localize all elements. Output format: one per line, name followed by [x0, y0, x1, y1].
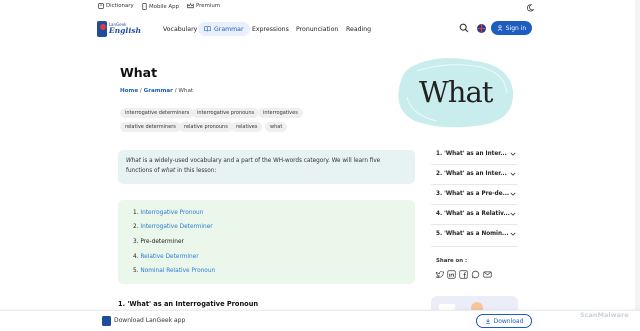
- list-item: 4. Relative Determiner: [133, 254, 199, 260]
- breadcrumb-current: What: [178, 88, 194, 94]
- nav-item-vocabulary[interactable]: Vocabulary: [163, 22, 197, 36]
- language-flag-icon[interactable]: [477, 24, 486, 33]
- tag-relatives[interactable]: relatives: [231, 122, 263, 132]
- facebook-icon[interactable]: [459, 270, 468, 279]
- toc-divider: [431, 204, 518, 205]
- toc-item[interactable]: 3. 'What' as a Pre-de...: [436, 191, 516, 197]
- download-app-label: Download LanGeek app: [114, 317, 186, 324]
- hero-illustration: What: [397, 57, 515, 129]
- list-item: 1. Interrogative Pronoun: [133, 210, 204, 216]
- dark-mode-moon-icon[interactable]: [526, 4, 534, 12]
- lesson-link-relative-determiner[interactable]: Relative Determiner: [140, 254, 198, 260]
- tag-relative-determiners[interactable]: relative determiners: [120, 122, 181, 132]
- toc-item[interactable]: 4. 'What' as a Relativ...: [436, 211, 516, 217]
- tag-interrogatives[interactable]: interrogatives: [258, 108, 303, 118]
- intro-text-2: in this lesson:: [175, 167, 217, 174]
- logo-badge-icon: [97, 21, 107, 37]
- grammar-book-icon: [204, 26, 211, 32]
- watermark-text: ScanMalware: [580, 311, 629, 319]
- dictionary-link[interactable]: Dictionary: [98, 3, 134, 9]
- premium-label: Premium: [196, 3, 220, 9]
- download-app-bar: Download LanGeek app Download: [0, 310, 640, 331]
- section-title: 1. 'What' as an Interrogative Pronoun: [118, 300, 259, 308]
- app-logo-icon: [102, 316, 111, 326]
- whatsapp-icon[interactable]: [471, 270, 480, 279]
- intro-word-2: what: [161, 167, 176, 174]
- chevron-down-icon: [510, 192, 516, 196]
- sign-in-button[interactable]: Sign in: [491, 21, 532, 35]
- list-item: 5. Nominal Relative Pronoun: [133, 268, 216, 274]
- premium-link[interactable]: Premium: [187, 3, 220, 9]
- main-header: LanGeek English Vocabulary Grammar Expre…: [0, 17, 640, 41]
- top-bar: Dictionary Mobile App Premium: [0, 0, 640, 16]
- tag-relative-pronouns[interactable]: relative pronouns: [179, 122, 233, 132]
- toc-divider: [431, 164, 518, 165]
- hero-word: What: [419, 75, 493, 109]
- breadcrumb-home[interactable]: Home: [120, 88, 138, 94]
- mobile-app-link[interactable]: Mobile App: [142, 3, 179, 10]
- chevron-down-icon: [510, 232, 516, 236]
- toc-item[interactable]: 1. 'What' as an Inter...: [436, 151, 516, 157]
- lesson-link-interrogative-determiner[interactable]: Interrogative Determiner: [140, 224, 212, 230]
- search-icon[interactable]: [459, 23, 469, 33]
- share-label: Share on :: [436, 258, 468, 264]
- intro-word-1: What: [126, 158, 141, 164]
- breadcrumb: Home / Grammar / What: [120, 88, 194, 94]
- logo-big-text: English: [108, 26, 141, 36]
- dictionary-label: Dictionary: [106, 3, 134, 9]
- chevron-down-icon: [510, 172, 516, 176]
- nav-item-pronunciation[interactable]: Pronunciation: [296, 22, 338, 36]
- nav-item-reading[interactable]: Reading: [346, 22, 371, 36]
- langeek-logo[interactable]: LanGeek English: [97, 20, 141, 38]
- mobile-app-label: Mobile App: [149, 3, 179, 10]
- chevron-down-icon: [510, 212, 516, 216]
- toc-item[interactable]: 5. 'What' as a Nomin...: [436, 231, 516, 237]
- toc-divider: [431, 224, 518, 225]
- nav-item-grammar[interactable]: Grammar: [198, 22, 250, 36]
- twitter-icon[interactable]: [435, 270, 444, 279]
- linkedin-icon[interactable]: [447, 270, 456, 279]
- lesson-link-nominal-relative-pronoun[interactable]: Nominal Relative Pronoun: [140, 268, 215, 274]
- email-icon[interactable]: [483, 270, 492, 279]
- page-title: What: [120, 65, 158, 80]
- breadcrumb-grammar[interactable]: Grammar: [144, 88, 173, 94]
- list-item: 3. Pre-determiner: [133, 239, 184, 245]
- chevron-down-icon: [510, 152, 516, 156]
- intro-box: What is a widely-used vocabulary and a p…: [118, 150, 415, 184]
- lesson-link-interrogative-pronoun[interactable]: Interrogative Pronoun: [140, 210, 203, 216]
- phone-icon: [142, 3, 147, 10]
- download-icon: [485, 318, 490, 324]
- toc-divider: [431, 246, 518, 247]
- user-icon: [497, 25, 503, 31]
- tag-interrogative-pronouns[interactable]: interrogative pronouns: [192, 108, 260, 118]
- lesson-label-pre-determiner: Pre-determiner: [140, 239, 184, 245]
- book-icon: [98, 3, 104, 9]
- scrollbar[interactable]: [635, 0, 640, 331]
- share-icons: [435, 270, 495, 279]
- download-button[interactable]: Download: [476, 314, 532, 328]
- tag-what[interactable]: what: [265, 122, 288, 132]
- toc-item[interactable]: 2. 'What' as an Inter...: [436, 171, 516, 177]
- toc-divider: [431, 184, 518, 185]
- nav-item-expressions[interactable]: Expressions: [252, 22, 289, 36]
- tag-interrogative-determiners[interactable]: interrogative determiners: [120, 108, 195, 118]
- list-item: 2. Interrogative Determiner: [133, 224, 213, 230]
- lesson-list-box: 1. Interrogative Pronoun 2. Interrogativ…: [118, 200, 415, 284]
- crown-icon: [187, 3, 194, 9]
